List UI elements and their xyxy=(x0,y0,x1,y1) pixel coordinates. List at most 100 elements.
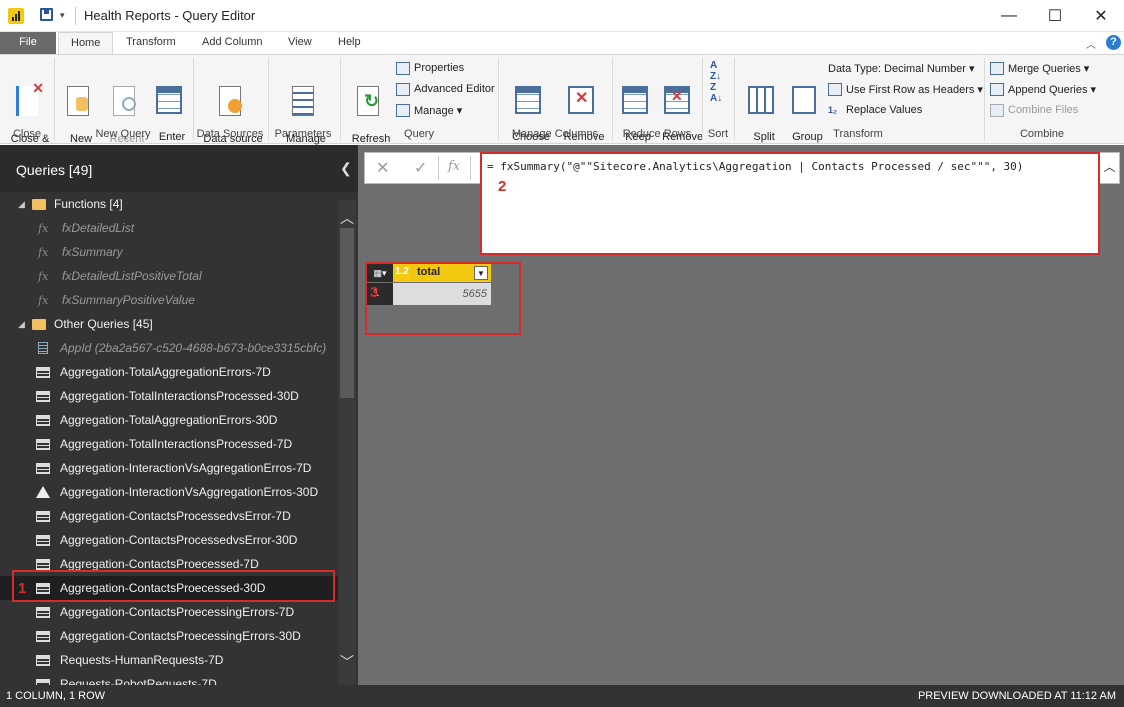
minimize-button[interactable]: — xyxy=(986,0,1032,32)
group-by-icon xyxy=(792,86,816,114)
group-divider xyxy=(193,58,194,140)
folder-functions[interactable]: ◢ Functions [4] xyxy=(0,192,338,216)
function-icon: fx xyxy=(38,269,49,283)
annotation-label-2: 2 xyxy=(498,178,507,195)
manage-icon xyxy=(396,103,410,117)
query-item[interactable]: Requests-HumanRequests-7D xyxy=(0,648,338,672)
query-item[interactable]: Aggregation-ContactsProcessedvsError-30D xyxy=(0,528,338,552)
query-item[interactable]: Aggregation-TotalAggregationErrors-7D xyxy=(0,360,338,384)
tab-add-column[interactable]: Add Column xyxy=(190,32,275,54)
formula-text[interactable]: = fxSummary("@""Sitecore.Analytics\Aggre… xyxy=(487,160,1023,173)
scrollbar-thumb[interactable] xyxy=(340,228,354,398)
data-source-settings-icon xyxy=(219,86,242,116)
table-menu-icon[interactable]: ▦▾ xyxy=(367,264,393,282)
table-cell[interactable]: 5655 xyxy=(393,283,491,305)
query-item[interactable]: Aggregation-TotalInteractionsProcessed-7… xyxy=(0,432,338,456)
advanced-editor-button[interactable]: Advanced Editor xyxy=(396,80,495,98)
choose-columns-button[interactable]: Choose Columns ▾ xyxy=(502,60,554,157)
quick-access-dropdown-icon[interactable]: ▾ xyxy=(60,10,65,21)
maximize-button[interactable]: ☐ xyxy=(1032,0,1078,32)
cancel-formula-button[interactable]: ✕ xyxy=(376,158,389,178)
title-divider xyxy=(75,7,76,25)
split-column-button[interactable]: Split Column ▾ xyxy=(738,60,784,157)
table-icon xyxy=(36,390,50,402)
expand-triangle-icon: ◢ xyxy=(18,198,25,209)
function-icon: fx xyxy=(38,245,49,259)
expand-formula-icon[interactable]: ︿ xyxy=(1100,152,1120,184)
close-button[interactable]: ✕ xyxy=(1078,0,1124,32)
query-item[interactable]: Aggregation-TotalInteractionsProcessed-3… xyxy=(0,384,338,408)
manage-parameters-icon xyxy=(292,86,314,116)
remove-columns-button[interactable]: ✕ Remove Columns ▾ xyxy=(556,60,608,157)
query-item[interactable]: Aggregation-TotalAggregationErrors-30D xyxy=(0,408,338,432)
properties-label: Properties xyxy=(414,62,465,74)
replace-values-button[interactable]: 1₂ Replace Values xyxy=(828,101,922,119)
tab-help[interactable]: Help xyxy=(326,32,373,54)
table-icon xyxy=(36,510,50,522)
query-item[interactable]: Aggregation-InteractionVsAggregationErro… xyxy=(0,480,338,504)
sort-descending-icon[interactable]: Z A↓ xyxy=(710,82,722,104)
collapse-pane-icon[interactable]: ❮ xyxy=(340,160,352,177)
status-right: PREVIEW DOWNLOADED AT 11:12 AM xyxy=(917,690,1116,702)
keep-rows-button[interactable]: Keep Rows ▾ xyxy=(614,60,656,157)
column-filter-dropdown-icon[interactable]: ▼ xyxy=(474,266,488,280)
group-label-manage-columns: Manage Columns xyxy=(511,128,599,140)
append-queries-label: Append Queries ▾ xyxy=(1008,83,1097,96)
remove-rows-icon: ✕ xyxy=(664,86,690,114)
collapse-ribbon-icon[interactable]: ︿ xyxy=(1086,36,1096,51)
manage-query-label: Manage ▾ xyxy=(414,104,463,117)
commit-formula-button[interactable]: ✓ xyxy=(414,158,427,178)
group-divider xyxy=(498,58,499,140)
scroll-down-icon[interactable]: ﹀ xyxy=(340,652,354,672)
help-icon[interactable]: ? xyxy=(1106,35,1121,50)
keep-rows-icon xyxy=(622,86,648,114)
query-item[interactable]: Aggregation-InteractionVsAggregationErro… xyxy=(0,456,338,480)
use-first-row-headers-button[interactable]: Use First Row as Headers ▾ xyxy=(828,80,983,98)
append-queries-button[interactable]: Append Queries ▾ xyxy=(990,80,1096,98)
query-item-fx[interactable]: fx fxDetailedListPositiveTotal xyxy=(0,264,338,288)
query-item[interactable]: Aggregation-ContactsProecessingErrors-30… xyxy=(0,624,338,648)
tab-file[interactable]: File xyxy=(0,32,56,54)
folder-other-queries[interactable]: ◢ Other Queries [45] xyxy=(0,312,338,336)
group-divider xyxy=(54,58,55,140)
table-icon xyxy=(36,630,50,642)
query-item[interactable]: Aggregation-ContactsProecessingErrors-7D xyxy=(0,600,338,624)
merge-queries-button[interactable]: Merge Queries ▾ xyxy=(990,59,1089,77)
warning-icon xyxy=(36,486,50,498)
recent-sources-icon xyxy=(113,86,136,116)
properties-button[interactable]: Properties xyxy=(396,59,464,77)
save-icon[interactable] xyxy=(40,8,53,21)
group-by-button[interactable]: Group By xyxy=(786,60,823,157)
refresh-icon: ↻ xyxy=(357,86,379,116)
column-type-icon[interactable]: 1.2 xyxy=(395,266,409,277)
query-item-fx[interactable]: fx fxSummaryPositiveValue xyxy=(0,288,338,312)
query-item[interactable]: AppId (2ba2a567-c520-4688-b673-b0ce3315c… xyxy=(0,336,338,360)
query-item-fx[interactable]: fx fxSummary xyxy=(0,240,338,264)
append-queries-icon xyxy=(990,82,1004,96)
scroll-up-icon[interactable]: ︿ xyxy=(340,208,354,228)
query-item-fx[interactable]: fx fxDetailedList xyxy=(0,216,338,240)
split-column-icon xyxy=(748,86,774,114)
tab-transform[interactable]: Transform xyxy=(114,32,188,54)
query-name: Requests-HumanRequests-7D xyxy=(60,653,224,667)
query-name: Aggregation-ContactsProcessedvsError-30D xyxy=(60,533,298,547)
tab-view[interactable]: View xyxy=(276,32,324,54)
data-type-dropdown[interactable]: Data Type: Decimal Number ▾ xyxy=(828,59,975,77)
remove-rows-button[interactable]: ✕ Remove Rows ▾ xyxy=(656,60,703,157)
advanced-editor-label: Advanced Editor xyxy=(414,83,495,95)
manage-query-button[interactable]: Manage ▾ xyxy=(396,101,462,119)
query-name: Aggregation-ContactsProcessedvsError-7D xyxy=(60,509,291,523)
first-row-headers-label: Use First Row as Headers ▾ xyxy=(846,83,983,96)
annotation-box-1 xyxy=(12,570,335,602)
enter-data-button[interactable]: Enter Data xyxy=(150,60,188,157)
expand-triangle-icon: ◢ xyxy=(18,318,25,329)
group-label-reduce-rows: Reduce Rows xyxy=(622,128,692,140)
combine-files-button[interactable]: Combine Files xyxy=(990,101,1078,119)
tab-home[interactable]: Home xyxy=(58,32,114,55)
query-name: Aggregation-InteractionVsAggregationErro… xyxy=(60,461,312,475)
insert-function-button[interactable]: fx xyxy=(448,159,460,174)
group-label-parameters: Parameters xyxy=(274,128,332,140)
query-item[interactable]: Aggregation-ContactsProcessedvsError-7D xyxy=(0,504,338,528)
formula-divider xyxy=(470,156,471,180)
sort-ascending-icon[interactable]: A Z↓ xyxy=(710,60,721,82)
